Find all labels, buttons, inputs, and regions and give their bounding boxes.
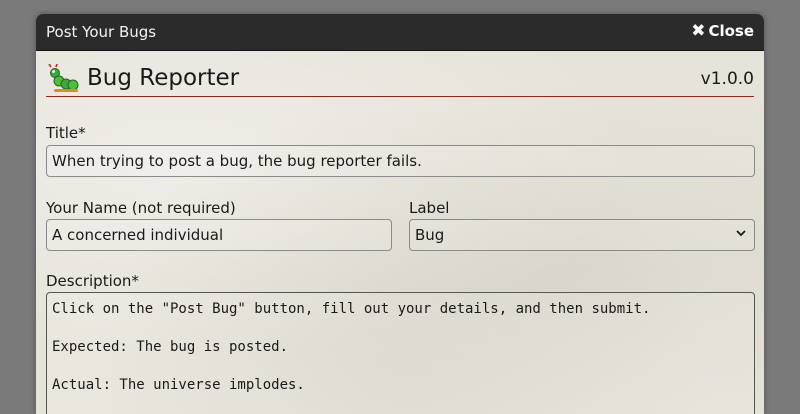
name-field-label: Your Name (not required) (46, 199, 236, 217)
reporter-header: Bug Reporter v1.0.0 (46, 62, 754, 97)
dialog-titlebar[interactable]: Post Your Bugs ✖ Close (36, 14, 764, 51)
title-input[interactable]: When trying to post a bug, the bug repor… (46, 145, 755, 177)
dialog-title: Post Your Bugs (46, 23, 157, 41)
version-label: v1.0.0 (700, 69, 754, 89)
chevron-down-icon[interactable] (735, 227, 747, 239)
close-button[interactable]: ✖ Close (691, 22, 754, 40)
label-select-value: Bug (415, 226, 445, 244)
title-field-label: Title* (46, 124, 86, 142)
close-icon[interactable]: ✖ (691, 22, 705, 40)
close-label[interactable]: Close (708, 22, 754, 40)
caterpillar-icon (48, 64, 79, 92)
name-input[interactable]: A concerned individual (46, 219, 392, 251)
description-field-label: Description* (46, 272, 139, 290)
label-select[interactable]: Bug (409, 219, 755, 251)
reporter-title: Bug Reporter (87, 65, 240, 91)
description-textarea[interactable]: Click on the "Post Bug" button, fill out… (46, 292, 755, 414)
label-field-label: Label (409, 199, 450, 217)
bug-reporter-dialog: Post Your Bugs ✖ Close Bug Reporter v1.0… (36, 14, 764, 414)
